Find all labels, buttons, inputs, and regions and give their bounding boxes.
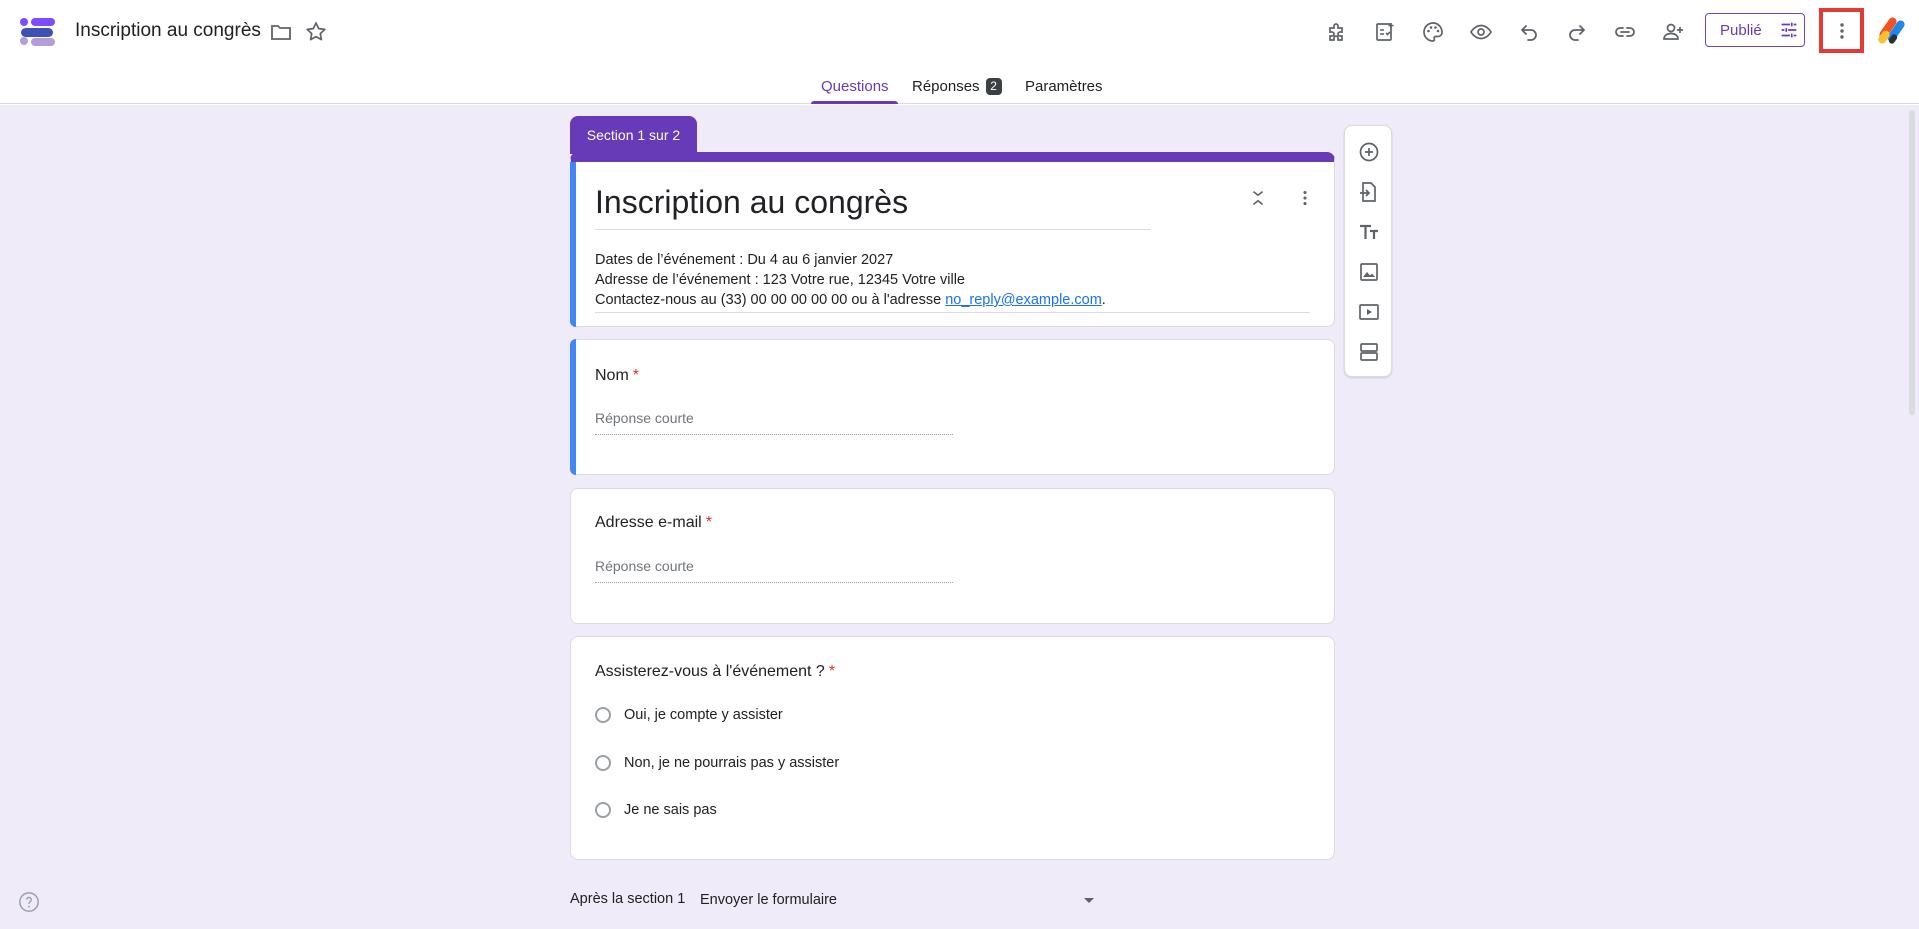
tune-icon [1781,22,1797,38]
question-title-text: Nom [595,367,629,384]
publish-button[interactable]: Publié [1705,13,1805,47]
folder-icon[interactable] [265,16,297,48]
section-more-icon[interactable] [1289,182,1321,214]
floating-toolbar [1344,125,1392,377]
question-title: Adresse e-mail * [595,514,712,532]
forms-logo[interactable] [19,13,57,51]
after-section-label: Après la section 1 [570,891,686,907]
document-title[interactable]: Inscription au congrès [75,20,261,42]
radio-option-label: Non, je ne pourrais pas y assister [624,755,840,771]
form-description[interactable]: Dates de l’événement : Du 4 au 6 janvier… [595,250,1310,313]
preview-eye-icon[interactable] [1465,16,1497,48]
question-title: Nom * [595,367,639,385]
addon-logo-icon[interactable] [1875,14,1905,46]
radio-button[interactable] [595,755,611,771]
description-line: Adresse de l’événement : 123 Votre rue, … [595,272,965,288]
scrollbar-thumb[interactable] [1909,110,1915,415]
contact-email-link[interactable]: no_reply@example.com [945,292,1102,308]
contact-suffix: . [1101,292,1106,308]
more-vert-icon [1839,22,1844,39]
tab-settings[interactable]: Paramètres [1025,78,1103,95]
add-image-icon[interactable] [1353,256,1385,288]
form-tabs: Questions Réponses 2 Paramètres [0,70,1919,104]
quiz-icon[interactable] [1369,16,1401,48]
responses-count-badge: 2 [985,78,1002,95]
short-answer-placeholder: Réponse courte [595,558,953,583]
description-contact-line: Contactez-nous au (33) 00 00 00 00 00 ou… [595,290,1310,310]
dropdown-arrow-icon [1084,897,1094,903]
add-title-icon[interactable] [1353,216,1385,248]
radio-option-label: Oui, je compte y assister [624,707,783,723]
add-collaborator-icon[interactable] [1657,16,1689,48]
radio-button[interactable] [595,802,611,818]
short-answer-placeholder: Réponse courte [595,410,953,435]
question-title-text: Assisterez-vous à l'événement ? [595,663,825,680]
focus-indicator [570,339,576,475]
question-title-text: Adresse e-mail [595,514,702,531]
required-asterisk: * [705,514,712,531]
publish-label: Publié [1720,21,1762,39]
question-card-attendance[interactable]: Assisterez-vous à l'événement ? * Oui, je… [570,636,1335,860]
question-card-email[interactable]: Adresse e-mail * Réponse courte [570,488,1335,624]
form-header-card[interactable]: Inscription au congrès Dates de l’événem… [570,152,1335,327]
radio-option[interactable]: Oui, je compte y assister [595,707,783,723]
top-header: Inscription au congrès Publié Questions … [0,0,1919,104]
radio-option[interactable]: Je ne sais pas [595,802,717,818]
add-section-icon[interactable] [1353,336,1385,368]
star-icon[interactable] [300,16,332,48]
required-asterisk: * [828,663,836,680]
required-asterisk: * [632,367,640,384]
help-icon[interactable] [18,891,40,913]
contact-text: Contactez-nous au (33) 00 00 00 00 00 ou… [595,292,946,308]
tab-responses-label: Réponses [912,78,980,95]
collapse-section-icon[interactable] [1242,182,1274,214]
addons-icon[interactable] [1321,16,1353,48]
more-options-button[interactable] [1819,8,1864,53]
palette-icon[interactable] [1417,16,1449,48]
add-video-icon[interactable] [1353,296,1385,328]
focus-indicator [570,162,576,327]
redo-icon[interactable] [1561,16,1593,48]
add-question-icon[interactable] [1353,136,1385,168]
radio-option[interactable]: Non, je ne pourrais pas y assister [595,755,839,771]
form-title[interactable]: Inscription au congrès [595,184,1151,230]
radio-button[interactable] [595,707,611,723]
after-section-dropdown[interactable]: Envoyer le formulaire [700,886,1102,914]
section-label: Section 1 sur 2 [570,116,697,154]
link-icon[interactable] [1609,16,1641,48]
question-card-name[interactable]: Nom * Réponse courte [570,339,1335,475]
tab-settings-label: Paramètres [1025,78,1103,95]
description-line: Dates de l’événement : Du 4 au 6 janvier… [595,252,894,268]
tab-responses[interactable]: Réponses 2 [912,78,1002,95]
question-title: Assisterez-vous à l'événement ? * [595,663,835,681]
undo-icon[interactable] [1513,16,1545,48]
tab-questions-label: Questions [821,78,889,95]
active-tab-indicator [811,101,898,104]
after-section-value: Envoyer le formulaire [700,892,837,908]
import-questions-icon[interactable] [1353,176,1385,208]
tab-questions[interactable]: Questions [821,78,889,95]
radio-option-label: Je ne sais pas [624,802,717,818]
